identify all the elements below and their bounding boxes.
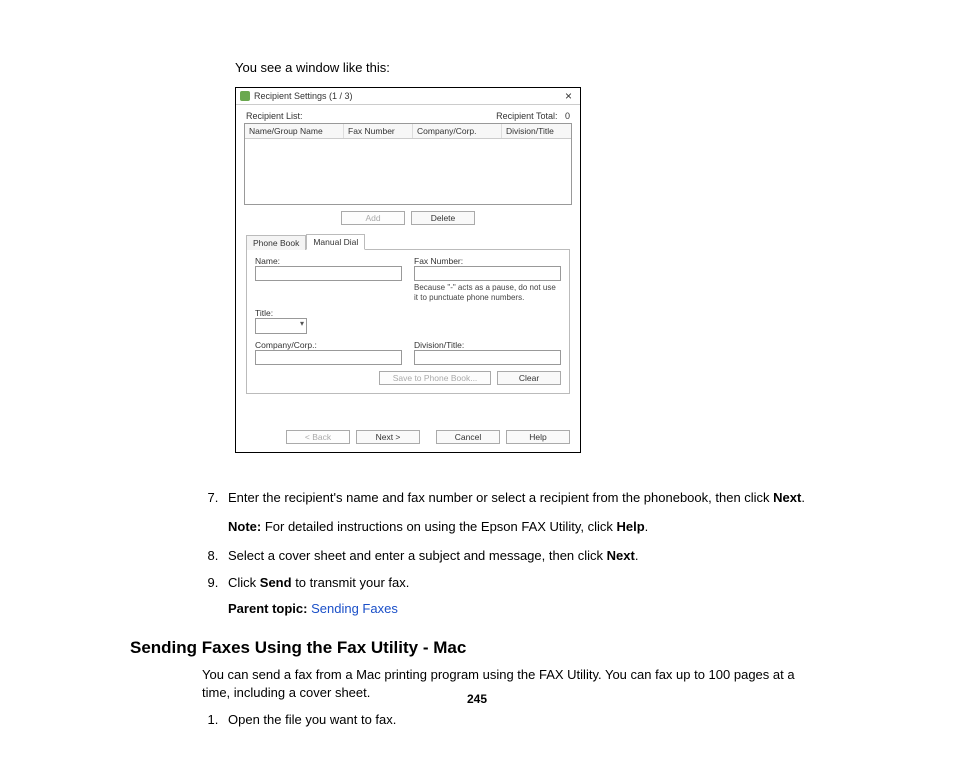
delete-button[interactable]: Delete [411, 211, 475, 225]
page-number: 245 [0, 692, 954, 706]
steps-list: Enter the recipient's name and fax numbe… [222, 489, 824, 592]
parent-topic-link[interactable]: Sending Faxes [311, 601, 398, 616]
title-select[interactable] [255, 318, 307, 334]
intro-text: You see a window like this: [235, 60, 824, 75]
section-heading: Sending Faxes Using the Fax Utility - Ma… [130, 638, 824, 658]
titlebar: Recipient Settings (1 / 3) × [236, 88, 580, 105]
recipient-table[interactable]: Name/Group Name Fax Number Company/Corp.… [244, 123, 572, 205]
cancel-button[interactable]: Cancel [436, 430, 500, 444]
mac-step-1: Open the file you want to fax. [222, 711, 824, 730]
division-input[interactable] [414, 350, 561, 365]
tab-manual-dial[interactable]: Manual Dial [306, 234, 365, 250]
col-company[interactable]: Company/Corp. [413, 124, 502, 138]
clear-button[interactable]: Clear [497, 371, 561, 385]
parent-topic-label: Parent topic: [228, 601, 307, 616]
note-label: Note: [228, 519, 261, 534]
save-phonebook-button[interactable]: Save to Phone Book... [379, 371, 491, 385]
app-icon [240, 91, 250, 101]
faxnum-label: Fax Number: [414, 256, 561, 266]
close-icon[interactable]: × [561, 90, 576, 102]
recipient-list-label: Recipient List: [246, 111, 303, 121]
next-button[interactable]: Next > [356, 430, 420, 444]
tabs: Phone Book Manual Dial [246, 233, 570, 249]
col-name[interactable]: Name/Group Name [245, 124, 344, 138]
title-label: Title: [255, 308, 402, 318]
mac-steps-list: Open the file you want to fax. [222, 711, 824, 730]
recipient-settings-dialog: Recipient Settings (1 / 3) × Recipient L… [235, 87, 581, 453]
recipient-total-label: Recipient Total: [496, 111, 557, 121]
company-label: Company/Corp.: [255, 340, 402, 350]
recipient-total-value: 0 [565, 111, 570, 121]
col-division[interactable]: Division/Title [502, 124, 571, 138]
dialog-title: Recipient Settings (1 / 3) [254, 91, 353, 101]
company-input[interactable] [255, 350, 402, 365]
wizard-buttons: < Back Next > Cancel Help [236, 424, 580, 452]
step-7: Enter the recipient's name and fax numbe… [222, 489, 824, 537]
dialog-screenshot: Recipient Settings (1 / 3) × Recipient L… [235, 87, 824, 453]
faxnum-hint: Because "-" acts as a pause, do not use … [414, 281, 561, 302]
list-header-row: Recipient List: Recipient Total: 0 [236, 105, 580, 123]
name-label: Name: [255, 256, 402, 266]
tab-phonebook[interactable]: Phone Book [246, 235, 306, 250]
add-button[interactable]: Add [341, 211, 405, 225]
help-button[interactable]: Help [506, 430, 570, 444]
name-input[interactable] [255, 266, 402, 281]
division-label: Division/Title: [414, 340, 561, 350]
col-fax[interactable]: Fax Number [344, 124, 413, 138]
step-8: Select a cover sheet and enter a subject… [222, 547, 824, 566]
step-9: Click Send to transmit your fax. [222, 574, 824, 593]
faxnum-input[interactable] [414, 266, 561, 281]
back-button[interactable]: < Back [286, 430, 350, 444]
manual-dial-panel: Name: Fax Number: Because "-" acts as a … [246, 249, 570, 394]
